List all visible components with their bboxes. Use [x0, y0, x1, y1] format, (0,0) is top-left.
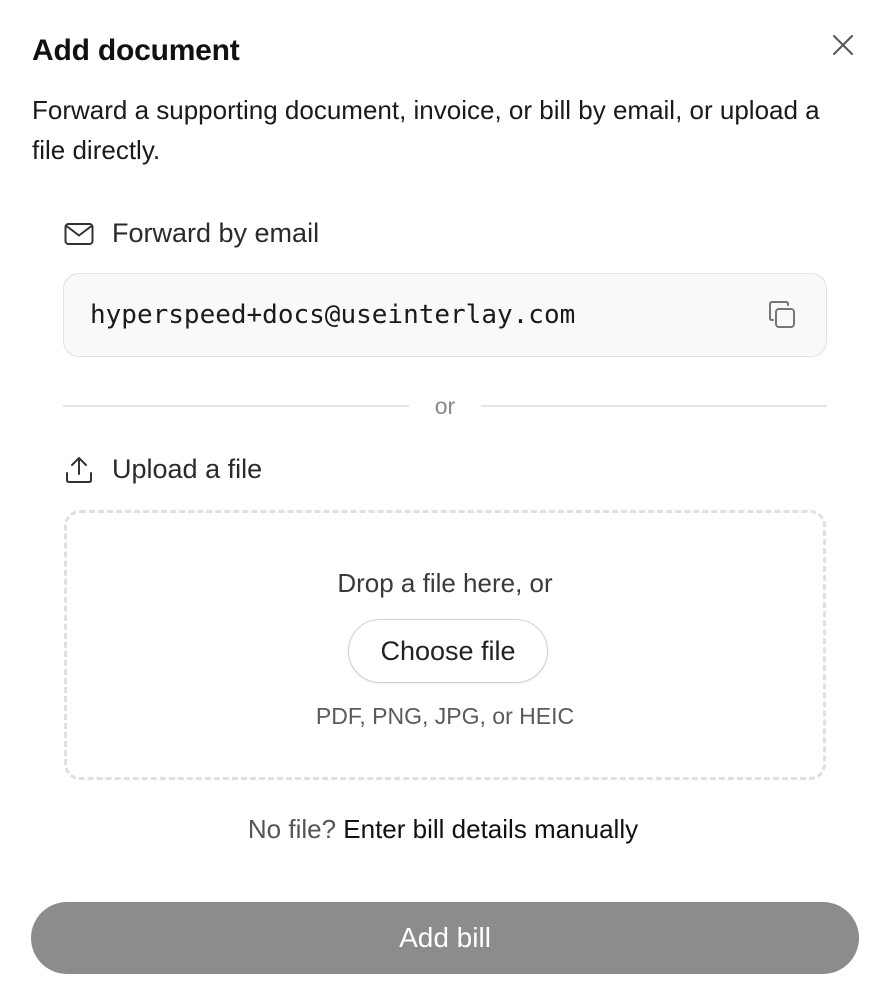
- upload-section-label: Upload a file: [112, 454, 263, 484]
- mail-icon: [64, 219, 94, 249]
- add-document-dialog: Add document Forward a supporting docume…: [0, 0, 886, 1000]
- file-dropzone[interactable]: Drop a file here, or Choose file PDF, PN…: [64, 510, 826, 780]
- manual-entry-row: No file? Enter bill details manually: [0, 814, 886, 845]
- or-divider: or: [63, 388, 827, 424]
- divider-line-right: [481, 405, 827, 407]
- add-bill-button[interactable]: Add bill: [31, 902, 859, 974]
- accepted-formats: PDF, PNG, JPG, or HEIC: [315, 703, 575, 729]
- drop-instructions: Drop a file here, or: [337, 568, 553, 598]
- choose-file-button[interactable]: Choose file: [348, 619, 548, 683]
- email-section-header: Forward by email: [64, 218, 319, 249]
- email-section-label: Forward by email: [112, 218, 320, 248]
- email-address[interactable]: hyperspeed+docs@useinterlay.com: [90, 300, 764, 330]
- dialog-description: Forward a supporting document, invoice, …: [32, 95, 820, 165]
- dialog-title: Add document: [32, 34, 240, 67]
- copy-icon: [769, 301, 795, 328]
- upload-section-header: Upload a file: [64, 454, 262, 485]
- copy-button[interactable]: [764, 297, 800, 333]
- close-button[interactable]: [826, 28, 860, 62]
- enter-manually-link[interactable]: Enter bill details manually: [343, 814, 638, 844]
- divider-line-left: [63, 405, 409, 407]
- close-icon: [833, 35, 853, 55]
- email-address-field[interactable]: hyperspeed+docs@useinterlay.com: [63, 273, 827, 357]
- upload-icon: [64, 455, 94, 485]
- divider-label: or: [434, 392, 456, 419]
- manual-entry-prefix: No file?: [247, 814, 337, 844]
